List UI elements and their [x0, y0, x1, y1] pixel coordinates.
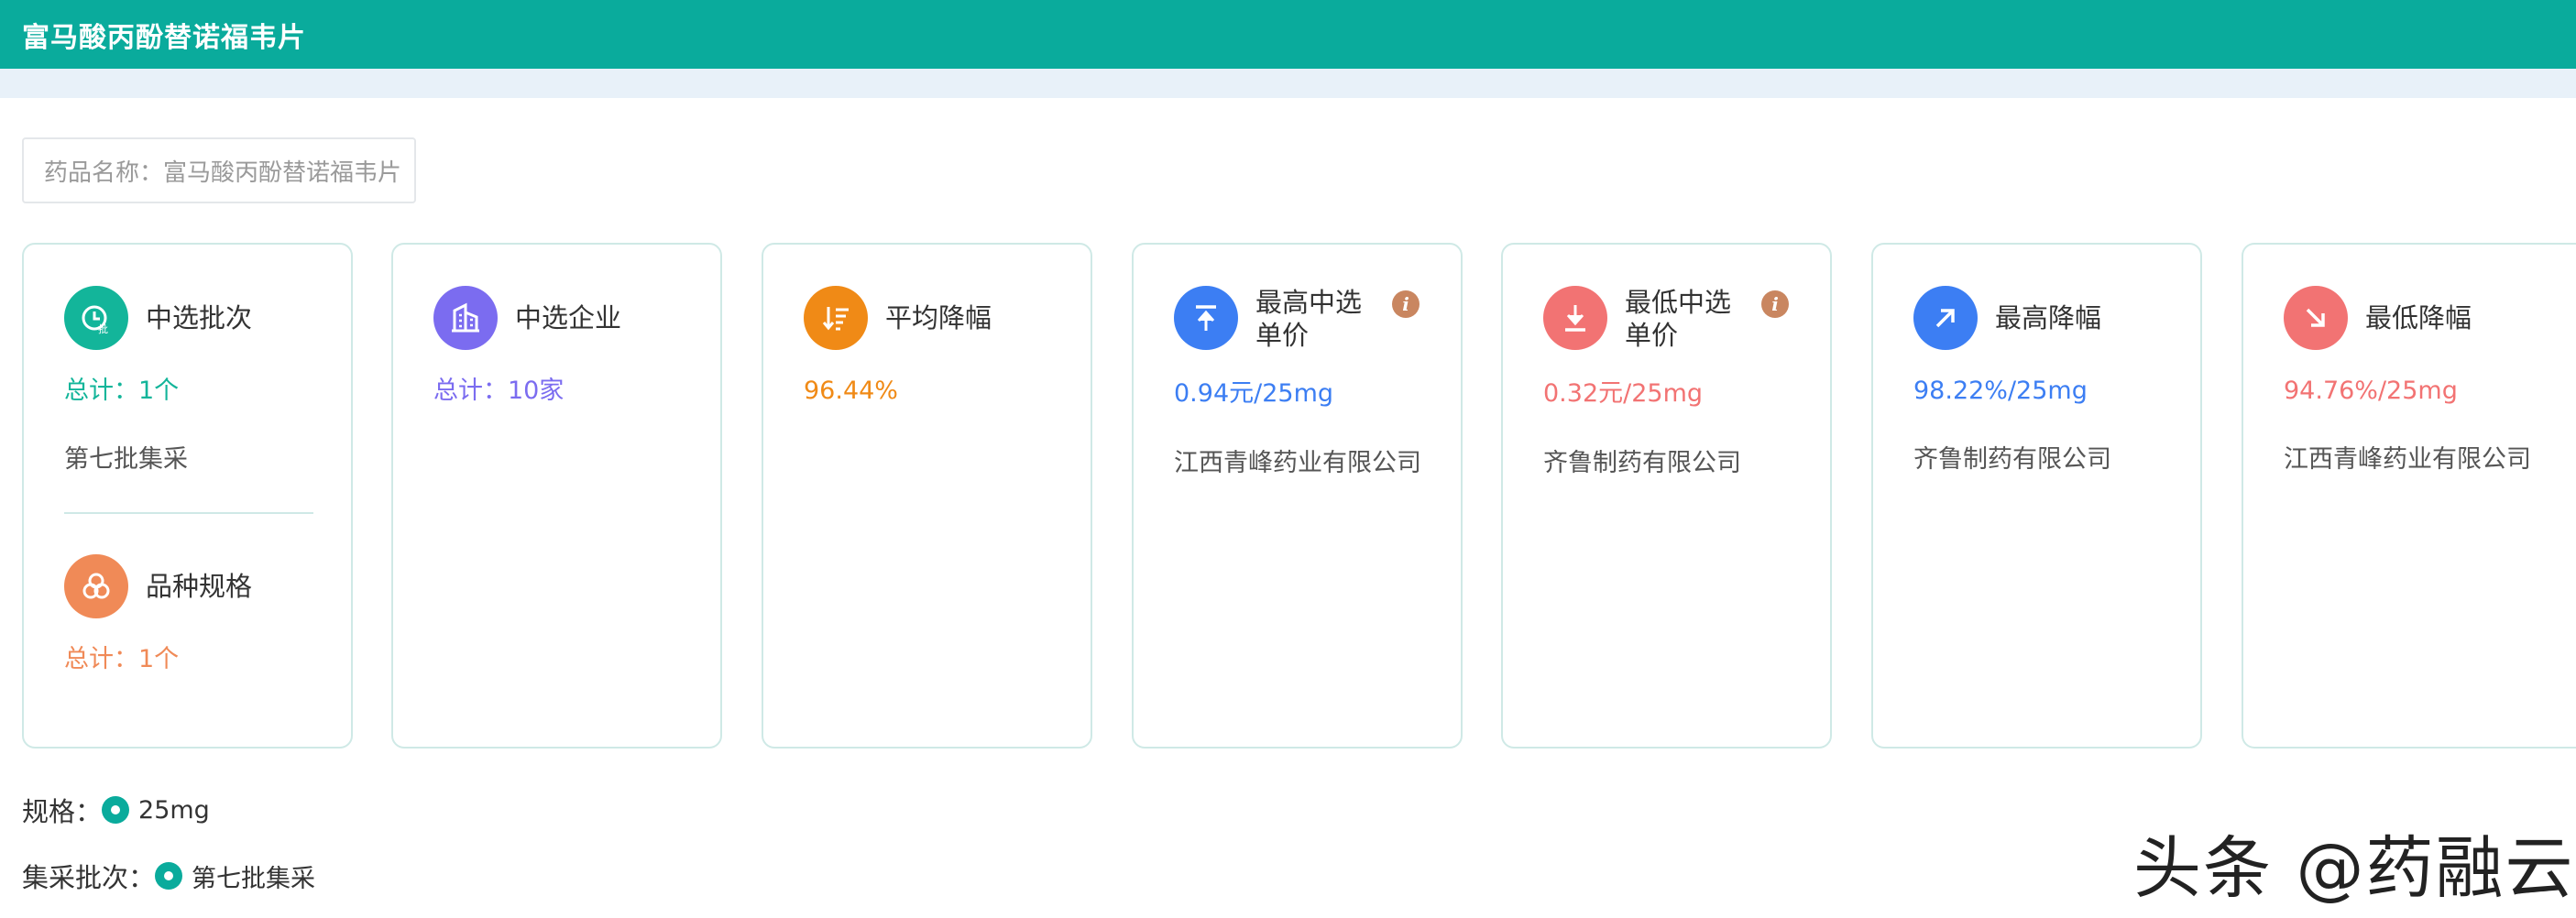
drug-name-field[interactable]: 药品名称： 富马酸丙酚替诺福韦片 [22, 137, 416, 203]
batch-option-label: 第七批集采 [192, 864, 316, 893]
spec-filter-label: 规格： [22, 796, 103, 827]
card-max-price: 最高中选 单价 i 0.94元/25mg 江西青峰药业有限公司 [1132, 243, 1463, 749]
min-drop-company: 江西青峰药业有限公司 [2284, 445, 2531, 474]
company-total: 总计：10家 [433, 377, 565, 405]
card-divider [64, 512, 313, 514]
sort-down-icon [804, 286, 868, 350]
page-title: 富马酸丙酚替诺福韦片 [22, 21, 306, 54]
min-drop-title: 最低降幅 [2365, 302, 2472, 333]
radio-selected-icon[interactable] [155, 862, 183, 890]
sub-header-strip [0, 69, 2576, 98]
spec-total: 总计：1个 [64, 645, 180, 673]
info-icon[interactable]: i [1761, 290, 1789, 318]
card-min-drop: 最低降幅 94.76%/25mg 江西青峰药业有限公司 [2242, 243, 2576, 749]
drug-name-value: 富马酸丙酚替诺福韦片 [163, 158, 402, 187]
card-max-drop: 最高降幅 98.22%/25mg 齐鲁制药有限公司 [1871, 243, 2202, 749]
watermark: 头条 @药融云 [2133, 829, 2575, 908]
spec-icon [64, 554, 128, 618]
avg-drop-value: 96.44% [804, 377, 898, 405]
batch-title: 中选批次 [146, 302, 253, 333]
spec-filter: 规格： 25mg [22, 791, 210, 829]
max-price-value: 0.94元/25mg [1174, 379, 1334, 408]
trend-down-icon [2284, 286, 2348, 350]
arrow-up-icon [1174, 286, 1238, 350]
batch-detail: 第七批集采 [64, 445, 188, 474]
max-price-title: 最高中选 单价 [1255, 286, 1362, 352]
drug-name-label: 药品名称： [44, 158, 164, 187]
batch-icon: 批 [64, 286, 128, 350]
spec-option-label: 25mg [138, 795, 210, 825]
batch-filter-label: 集采批次： [22, 862, 156, 893]
min-price-company: 齐鲁制药有限公司 [1543, 449, 1741, 477]
max-drop-company: 齐鲁制药有限公司 [1913, 445, 2111, 474]
min-price-title-line1: 最低中选 [1625, 287, 1732, 318]
max-price-title-line2: 单价 [1255, 320, 1310, 351]
svg-text:批: 批 [98, 322, 108, 335]
max-drop-value: 98.22%/25mg [1913, 377, 2088, 405]
arrow-down-icon [1543, 286, 1607, 350]
company-title: 中选企业 [515, 302, 622, 333]
card-batch-spec: 批 中选批次 总计：1个 第七批集采 品种规格 总计：1个 [22, 243, 353, 749]
avg-drop-title: 平均降幅 [885, 302, 992, 333]
spec-title: 品种规格 [146, 571, 253, 602]
max-price-company: 江西青峰药业有限公司 [1174, 449, 1421, 477]
min-price-title: 最低中选 单价 [1625, 286, 1731, 352]
batch-filter: 集采批次： 第七批集采 [22, 857, 315, 895]
max-drop-title: 最高降幅 [1995, 302, 2102, 333]
card-company: 中选企业 总计：10家 [391, 243, 722, 749]
info-icon[interactable]: i [1392, 290, 1420, 318]
batch-option-seventh[interactable]: 第七批集采 [155, 858, 315, 894]
building-icon [433, 286, 498, 350]
card-min-price: 最低中选 单价 i 0.32元/25mg 齐鲁制药有限公司 [1501, 243, 1832, 749]
trend-up-icon [1913, 286, 1978, 350]
batch-total: 总计：1个 [64, 377, 180, 405]
max-price-title-line1: 最高中选 [1255, 287, 1363, 318]
min-drop-value: 94.76%/25mg [2284, 377, 2458, 405]
min-price-value: 0.32元/25mg [1543, 379, 1704, 408]
radio-selected-icon[interactable] [102, 796, 130, 824]
header-bar: 富马酸丙酚替诺福韦片 [0, 0, 2576, 69]
spec-option-25mg[interactable]: 25mg [102, 796, 210, 825]
min-price-title-line2: 单价 [1625, 320, 1679, 351]
card-average-drop: 平均降幅 96.44% [762, 243, 1092, 749]
